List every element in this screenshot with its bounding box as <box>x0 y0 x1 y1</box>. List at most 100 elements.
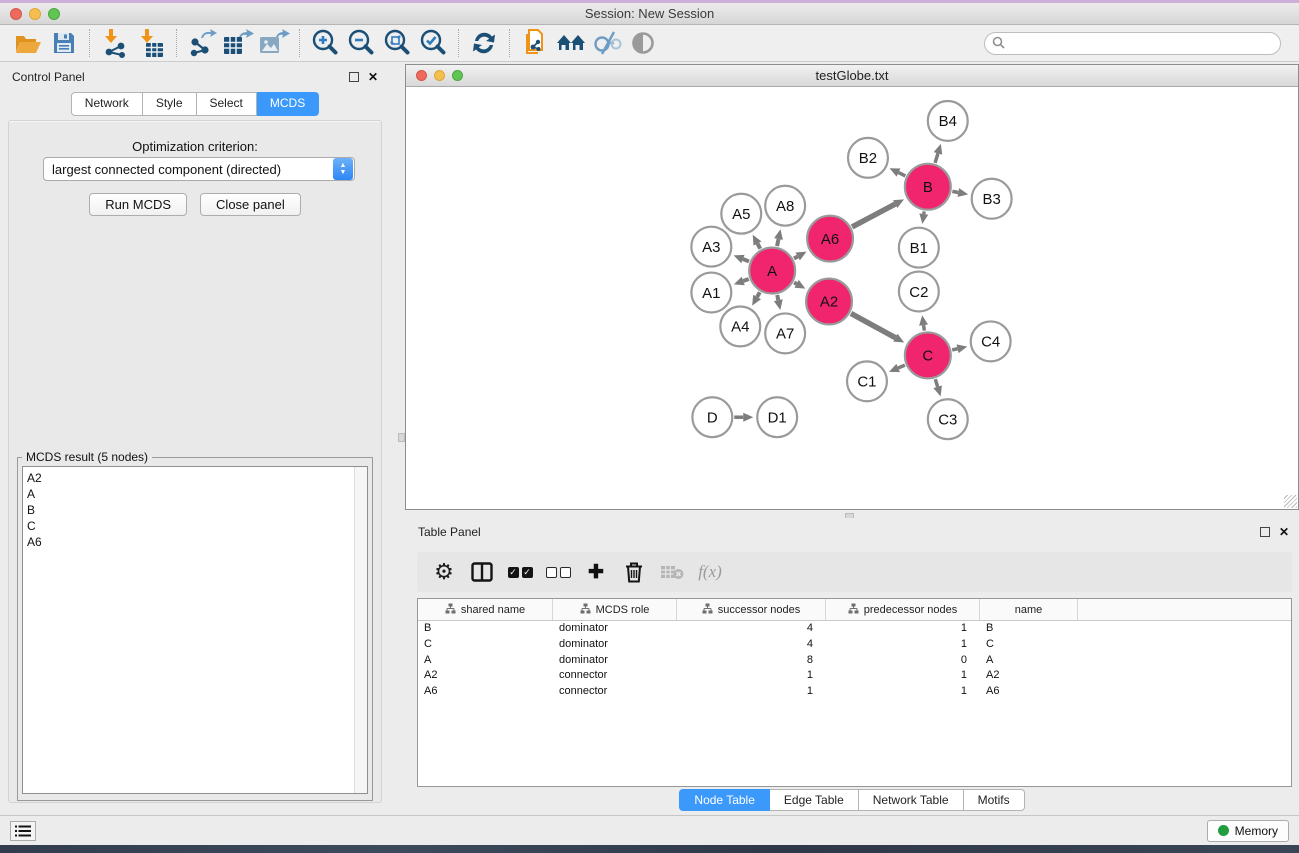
search-input[interactable] <box>984 32 1281 55</box>
criterion-dropdown[interactable]: largest connected component (directed) ▲… <box>43 157 355 181</box>
mcds-result-item[interactable]: A6 <box>27 534 367 550</box>
home-button[interactable] <box>553 27 589 59</box>
table-cell[interactable]: connector <box>553 684 677 700</box>
table-cell[interactable]: A6 <box>418 684 553 700</box>
select-all-columns-button[interactable]: ✓ ✓ <box>501 556 539 588</box>
table-cell[interactable]: C <box>418 637 553 653</box>
table-tab-node-table[interactable]: Node Table <box>679 789 770 811</box>
graph-node-A3[interactable]: A3 <box>691 227 731 267</box>
graph-node-C2[interactable]: C2 <box>899 272 939 312</box>
table-cell[interactable]: 1 <box>826 621 980 637</box>
table-cell[interactable]: 1 <box>677 668 826 684</box>
float-panel-icon[interactable] <box>1260 527 1270 537</box>
unselect-all-columns-button[interactable] <box>539 556 577 588</box>
import-network-button[interactable] <box>97 27 133 59</box>
mcds-result-item[interactable]: C <box>27 518 367 534</box>
mcds-result-item[interactable]: A2 <box>27 470 367 486</box>
column-header-predecessor-nodes[interactable]: predecessor nodes <box>826 599 980 620</box>
delete-table-button[interactable] <box>653 556 691 588</box>
table-cell[interactable]: B <box>418 621 553 637</box>
zoom-out-button[interactable] <box>343 27 379 59</box>
run-mcds-button[interactable]: Run MCDS <box>89 193 187 216</box>
mcds-result-item[interactable]: A <box>27 486 367 502</box>
table-row[interactable]: A6connector11A6 <box>418 684 1291 700</box>
task-history-button[interactable] <box>10 821 36 841</box>
column-header-shared-name[interactable]: shared name <box>418 599 553 620</box>
apply-layout-button[interactable] <box>466 27 502 59</box>
open-session-button[interactable] <box>10 27 46 59</box>
export-image-button[interactable] <box>256 27 292 59</box>
table-cell[interactable]: A6 <box>980 684 1078 700</box>
graph-edge[interactable] <box>924 325 925 331</box>
graph-edge[interactable] <box>851 313 895 337</box>
table-cell[interactable]: 1 <box>826 668 980 684</box>
graph-edge[interactable] <box>852 204 895 227</box>
graph-edge[interactable] <box>952 191 958 192</box>
show-eye-button[interactable] <box>625 27 661 59</box>
graph-node-A1[interactable]: A1 <box>691 273 731 313</box>
graph-node-B3[interactable]: B3 <box>972 179 1012 219</box>
table-tab-network-table[interactable]: Network Table <box>859 789 964 811</box>
column-layout-button[interactable] <box>463 556 501 588</box>
table-row[interactable]: A2connector11A2 <box>418 668 1291 684</box>
table-row[interactable]: Bdominator41B <box>418 621 1291 637</box>
table-row[interactable]: Adominator80A <box>418 653 1291 669</box>
table-cell[interactable]: 4 <box>677 621 826 637</box>
table-cell[interactable]: 1 <box>677 684 826 700</box>
create-column-button[interactable]: ✚ <box>577 556 615 588</box>
graph-node-B1[interactable]: B1 <box>899 228 939 268</box>
import-table-button[interactable] <box>133 27 169 59</box>
tab-mcds[interactable]: MCDS <box>257 92 319 116</box>
graph-node-D1[interactable]: D1 <box>757 397 797 437</box>
tab-select[interactable]: Select <box>197 92 257 116</box>
save-session-button[interactable] <box>46 27 82 59</box>
table-cell[interactable]: A <box>418 653 553 669</box>
table-cell[interactable]: A2 <box>418 668 553 684</box>
network-canvas[interactable]: B4B2BB3A8A5A6B1A3AC2A1A2A4A7C4CC1DD1C3 <box>406 87 1298 509</box>
memory-button[interactable]: Memory <box>1207 820 1289 842</box>
table-cell[interactable]: 8 <box>677 653 826 669</box>
graph-edge[interactable] <box>794 282 797 283</box>
graph-edge[interactable] <box>935 379 937 387</box>
close-panel-button[interactable]: Close panel <box>200 193 301 216</box>
table-cell[interactable]: 1 <box>826 637 980 653</box>
graph-node-C3[interactable]: C3 <box>928 399 968 439</box>
export-table-button[interactable] <box>220 27 256 59</box>
graph-edge[interactable] <box>743 279 748 281</box>
table-cell[interactable]: 4 <box>677 637 826 653</box>
graph-edge[interactable] <box>757 243 760 248</box>
table-cell[interactable]: dominator <box>553 637 677 653</box>
table-cell[interactable]: A2 <box>980 668 1078 684</box>
graph-edge[interactable] <box>777 239 778 246</box>
graph-node-C4[interactable]: C4 <box>971 321 1011 361</box>
table-tab-motifs[interactable]: Motifs <box>964 789 1025 811</box>
table-cell[interactable]: connector <box>553 668 677 684</box>
table-cell[interactable]: dominator <box>553 621 677 637</box>
zoom-fit-button[interactable] <box>379 27 415 59</box>
graph-node-A6[interactable]: A6 <box>807 216 853 262</box>
table-cell[interactable]: dominator <box>553 653 677 669</box>
graph-node-A2[interactable]: A2 <box>806 279 852 325</box>
graph-edge[interactable] <box>898 365 905 368</box>
table-row[interactable]: Cdominator41C <box>418 637 1291 653</box>
table-settings-button[interactable]: ⚙ <box>425 556 463 588</box>
table-cell[interactable]: 1 <box>826 684 980 700</box>
network-overview-button[interactable] <box>517 27 553 59</box>
mcds-result-item[interactable]: B <box>27 502 367 518</box>
tab-network[interactable]: Network <box>71 92 143 116</box>
graph-edge[interactable] <box>777 295 778 300</box>
graph-node-B4[interactable]: B4 <box>928 101 968 141</box>
tab-style[interactable]: Style <box>143 92 197 116</box>
table-cell[interactable]: C <box>980 637 1078 653</box>
column-header-name[interactable]: name <box>980 599 1078 620</box>
close-panel-icon[interactable]: ✕ <box>368 72 378 82</box>
table-cell[interactable]: 0 <box>826 653 980 669</box>
graph-node-D[interactable]: D <box>692 397 732 437</box>
split-pane-handle[interactable] <box>398 433 405 442</box>
zoom-in-button[interactable] <box>307 27 343 59</box>
table-cell[interactable]: A <box>980 653 1078 669</box>
graph-node-A8[interactable]: A8 <box>765 186 805 226</box>
export-network-button[interactable] <box>184 27 220 59</box>
zoom-selected-button[interactable] <box>415 27 451 59</box>
graph-edge[interactable] <box>935 153 938 163</box>
